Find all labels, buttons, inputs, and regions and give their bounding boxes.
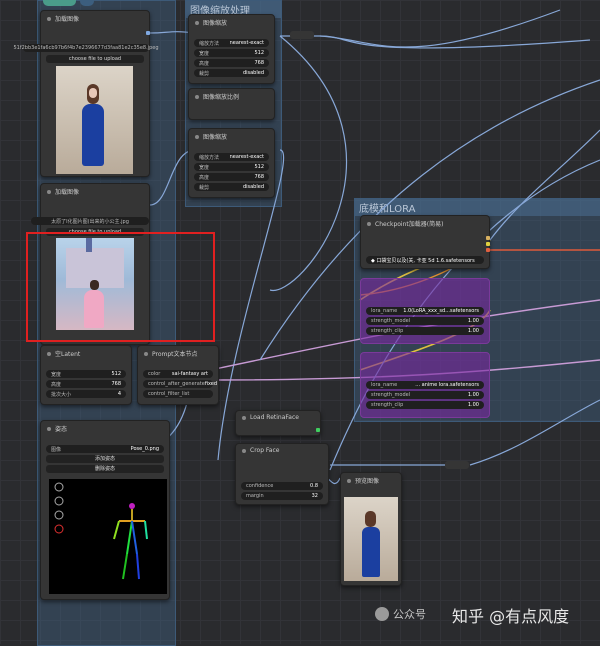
widget-strength-clip[interactable]: strength_clip 1.00 <box>366 401 484 409</box>
preview-output-image <box>344 497 398 581</box>
node-title: Prompt文本节点 <box>152 351 198 358</box>
node-title: Checkpoint加载器(简易) <box>375 221 444 228</box>
filename-value: 51f2bb3e1fa6cb97b6f4b7e2396677d3faa81e2c… <box>13 45 159 51</box>
widget-lora-name[interactable]: lora_name 1.0(LoRA_xxx_sd...safetensors <box>366 307 484 315</box>
node-title: Load RetinaFace <box>250 414 299 421</box>
node-title: 图像缩放 <box>203 20 228 27</box>
node-lora-2[interactable]: lora_name... anime lora.safetensors stre… <box>360 352 490 418</box>
image-file-select[interactable]: 太原了Ⅰ化图片图(出来的小公主.jpg <box>31 217 149 225</box>
widget-crop[interactable]: 裁剪 disabled <box>194 69 269 77</box>
toolbar-button[interactable] <box>43 0 76 6</box>
reroute-node[interactable] <box>445 461 469 469</box>
widget-height[interactable]: 高度 768 <box>194 173 269 181</box>
node-title: 加载图像 <box>55 189 80 196</box>
widget-width[interactable]: 宽度 512 <box>194 163 269 171</box>
collapse-dot[interactable] <box>47 426 51 431</box>
output-pin-model[interactable] <box>486 236 490 240</box>
preview-image-blue-dress <box>56 66 133 174</box>
widget-color[interactable]: color sai-fantasy art <box>143 370 213 378</box>
node-title: 图像缩放 <box>203 134 228 141</box>
collapse-dot[interactable] <box>144 351 148 356</box>
pose-canvas[interactable] <box>49 479 167 594</box>
widget-pose-file[interactable]: 图像 Pose_0.png <box>46 445 164 453</box>
node-title: 预览图像 <box>355 478 380 485</box>
widget-scale-method[interactable]: 缩放方法 nearest-exact <box>194 153 269 161</box>
node-crop-face[interactable]: Crop Face confidence 0.8 margin 32 <box>235 443 329 505</box>
output-pin-clip[interactable] <box>486 242 490 246</box>
node-image-scale-2[interactable]: 图像缩放 缩放方法 nearest-exact 宽度 512 高度 768 裁剪 dis… <box>188 128 275 198</box>
node-preview-image[interactable]: 预览图像 <box>340 472 402 586</box>
widget-strength-clip[interactable]: strength_clip 1.00 <box>366 327 484 335</box>
collapse-dot[interactable] <box>367 221 371 226</box>
widget-confidence[interactable]: confidence 0.8 <box>241 482 323 490</box>
collapse-dot[interactable] <box>242 448 246 453</box>
wechat-watermark: 公众号 <box>375 606 426 622</box>
upload-button[interactable]: choose file to upload <box>46 55 144 63</box>
widget-control-after-generate[interactable]: control_after_generate fixed <box>143 380 217 388</box>
node-load-retinaface[interactable]: Load RetinaFace <box>235 410 321 436</box>
collapse-dot[interactable] <box>47 16 51 21</box>
node-prompt-style[interactable]: Prompt文本节点 color sai-fantasy art control_… <box>137 345 219 405</box>
output-pin[interactable] <box>146 31 150 35</box>
highlight-box <box>26 232 215 342</box>
collapse-dot[interactable] <box>195 94 199 99</box>
filename-value: 太原了Ⅰ化图片图(出来的小公主.jpg <box>51 218 129 225</box>
widget-margin[interactable]: margin 32 <box>241 492 323 500</box>
node-load-image-1[interactable]: 加载图像 51f2bb3e1fa6cb97b6f4b7e2396677d3faa… <box>14 10 159 177</box>
wechat-icon <box>375 607 389 621</box>
widget-height[interactable]: 高度 768 <box>46 380 126 388</box>
node-image-scale-ratio[interactable]: 图像缩放比例 <box>188 88 275 120</box>
node-title: Crop Face <box>250 447 280 454</box>
pose-skeleton <box>54 482 148 580</box>
node-lora-1[interactable]: lora_name 1.0(LoRA_xxx_sd...safetensors s… <box>360 278 490 344</box>
output-pin[interactable] <box>316 428 320 432</box>
add-pose-button[interactable]: 添加姿态 <box>46 455 164 463</box>
node-title: 加载图像 <box>55 16 80 23</box>
node-checkpoint-loader[interactable]: Checkpoint加载器(简易) ◆ 口袋宝贝以及(关, 卡亚 5d 1.6.… <box>360 215 490 269</box>
widget-width[interactable]: 宽度 512 <box>194 49 269 57</box>
collapse-dot[interactable] <box>47 351 51 356</box>
output-pin-vae[interactable] <box>486 248 490 252</box>
node-title: 姿态 <box>55 426 68 433</box>
watermark-text: 公众号 <box>393 608 426 621</box>
widget-batch-size[interactable]: 批次大小 4 <box>46 390 126 398</box>
widget-strength-model[interactable]: strength_model 1.00 <box>366 391 484 399</box>
collapse-dot[interactable] <box>47 189 51 194</box>
node-empty-latent[interactable]: 空Latent 宽度 512 高度 768 批次大小 4 <box>40 345 132 405</box>
collapse-dot[interactable] <box>195 20 199 25</box>
widget-ckpt-name[interactable]: ◆ 口袋宝贝以及(关, 卡亚 5d 1.6.safetensors <box>366 256 484 264</box>
widget-width[interactable]: 宽度 512 <box>46 370 126 378</box>
node-title: 图像缩放比例 <box>203 94 240 101</box>
zhihu-watermark: 知乎 @有点风度 <box>452 607 570 626</box>
collapse-dot[interactable] <box>242 415 246 420</box>
widget-crop[interactable]: 裁剪 disabled <box>194 183 269 191</box>
node-image-scale-1[interactable]: 图像缩放 缩放方法 nearest-exact 宽度 512 高度 768 裁剪 dis… <box>188 14 275 84</box>
node-title: 空Latent <box>55 351 81 358</box>
collapse-dot[interactable] <box>195 134 199 139</box>
widget-strength-model[interactable]: strength_model 1.00 <box>366 317 484 325</box>
widget-control-filter-list[interactable]: control_filter_list <box>143 390 213 398</box>
node-pose[interactable]: 姿态 图像 Pose_0.png 添加姿态 删除姿态 <box>40 420 170 600</box>
widget-height[interactable]: 高度 768 <box>194 59 269 67</box>
widget-scale-method[interactable]: 缩放方法 nearest-exact <box>194 39 269 47</box>
delete-pose-button[interactable]: 删除姿态 <box>46 465 164 473</box>
widget-lora-name[interactable]: lora_name... anime lora.safetensors <box>366 381 484 389</box>
image-file-select[interactable]: 51f2bb3e1fa6cb97b6f4b7e2396677d3faa81e2c… <box>14 44 159 52</box>
collapse-dot[interactable] <box>347 478 351 483</box>
reroute-node[interactable] <box>290 31 314 39</box>
